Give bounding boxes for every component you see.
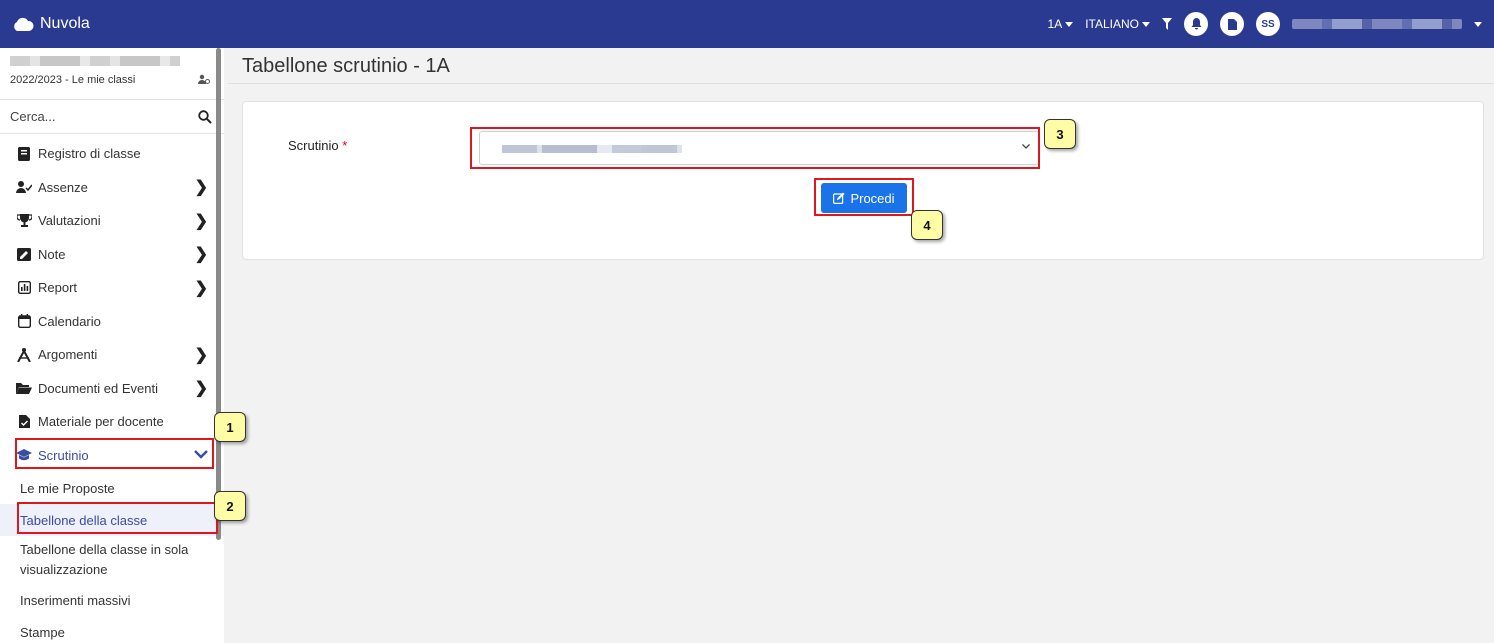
sidebar-item-note[interactable]: Note ❯ [0, 238, 224, 272]
language-selector[interactable]: ITALIANO [1085, 17, 1150, 31]
sidebar-item-report[interactable]: Report ❯ [0, 271, 224, 305]
user-check-icon [16, 180, 32, 194]
sidebar-item-label: Argomenti [38, 347, 98, 363]
sidebar-item-label: Calendario [38, 313, 101, 329]
book-icon [16, 146, 32, 161]
sidebar-item-label: Valutazioni [38, 213, 101, 229]
search-input[interactable]: Cerca... [10, 109, 56, 124]
subitem-stampe[interactable]: Stampe [0, 616, 224, 643]
chart-icon [16, 281, 32, 295]
caret-down-icon [1065, 21, 1074, 27]
caret-down-icon[interactable] [1474, 21, 1482, 27]
compass-icon [16, 347, 32, 362]
subitem-inserimenti[interactable]: Inserimenti massivi [0, 584, 224, 616]
sidebar-item-label: Report [38, 280, 78, 296]
page-title: Tabellone scrutinio - 1A [242, 55, 450, 77]
step-badge-3: 3 [1044, 119, 1076, 149]
required-mark: * [342, 138, 348, 153]
search-icon[interactable] [198, 109, 212, 124]
chevron-right-icon: ❯ [194, 246, 208, 264]
avatar[interactable]: SS [1256, 12, 1280, 36]
school-name-blurred [10, 56, 180, 66]
sidebar-item-argomenti[interactable]: Argomenti ❯ [0, 338, 224, 372]
highlight-scrutinio [15, 438, 214, 469]
sidebar-header: 2022/2023 - Le mie classi [0, 48, 224, 100]
note-icon [16, 247, 32, 261]
trophy-icon [16, 214, 32, 228]
chevron-right-icon: ❯ [194, 179, 208, 197]
step-badge-1: 1 [214, 412, 246, 442]
class-selector-label: 1A [1047, 17, 1063, 31]
subitem-label: Inserimenti massivi [20, 592, 131, 608]
app-title: Nuvola [40, 15, 90, 32]
sidebar-item-calendario[interactable]: Calendario [0, 305, 224, 339]
scrutinio-label: Scrutinio * [288, 138, 347, 153]
caret-down-icon [1142, 21, 1150, 27]
sidebar-item-label: Note [38, 246, 66, 262]
sidebar: 2022/2023 - Le mie classi Cerca... Regis… [0, 48, 224, 643]
sidebar-item-valutazioni[interactable]: Valutazioni ❯ [0, 204, 224, 238]
chevron-right-icon: ❯ [194, 380, 208, 398]
subitem-label: Le mie Proposte [20, 480, 115, 496]
user-name-blurred[interactable] [1292, 19, 1462, 29]
bell-icon[interactable] [1184, 12, 1208, 36]
subitem-tabellone-readonly[interactable]: Tabellone della classe in sola visualizz… [0, 536, 224, 584]
divider [228, 83, 1494, 84]
subitem-label: Tabellone della classe in sola visualizz… [20, 542, 189, 577]
highlight-procedi [814, 178, 914, 216]
language-label: ITALIANO [1085, 17, 1139, 31]
sidebar-item-label: Documenti ed Eventi [38, 380, 158, 396]
chevron-right-icon: ❯ [194, 212, 208, 230]
highlight-tabellone [17, 502, 218, 534]
subitem-proposte[interactable]: Le mie Proposte [0, 472, 224, 504]
sidebar-item-materiale[interactable]: Materiale per docente [0, 405, 224, 439]
brand[interactable]: Nuvola [12, 15, 90, 33]
subitem-label: Stampe [20, 624, 65, 640]
top-bar: Nuvola 1A ITALIANO SS [0, 0, 1494, 48]
field-label: Scrutinio [288, 138, 339, 153]
file-check-icon [16, 415, 32, 429]
sidebar-search[interactable]: Cerca... [0, 100, 224, 134]
folder-icon [16, 381, 32, 395]
cloud-icon [14, 17, 34, 31]
highlight-select [470, 127, 1040, 169]
document-icon[interactable] [1220, 12, 1244, 36]
step-badge-2: 2 [214, 491, 246, 521]
sidebar-item-assenze[interactable]: Assenze ❯ [0, 171, 224, 205]
sidebar-item-label: Registro di classe [38, 146, 141, 162]
sidebar-item-label: Assenze [38, 179, 88, 195]
sidebar-item-documenti[interactable]: Documenti ed Eventi ❯ [0, 372, 224, 406]
sidebar-item-label: Materiale per docente [38, 414, 164, 430]
filter-icon[interactable] [1162, 18, 1172, 30]
sidebar-scrollbar[interactable] [216, 48, 221, 540]
user-settings-icon[interactable] [198, 74, 210, 87]
chevron-right-icon: ❯ [194, 346, 208, 364]
calendar-icon [16, 314, 32, 329]
step-badge-4: 4 [911, 210, 943, 240]
chevron-right-icon: ❯ [194, 279, 208, 297]
sidebar-item-registro[interactable]: Registro di classe [0, 137, 224, 171]
class-selector[interactable]: 1A [1048, 17, 1074, 31]
year-label: 2022/2023 - Le mie classi [10, 74, 136, 86]
